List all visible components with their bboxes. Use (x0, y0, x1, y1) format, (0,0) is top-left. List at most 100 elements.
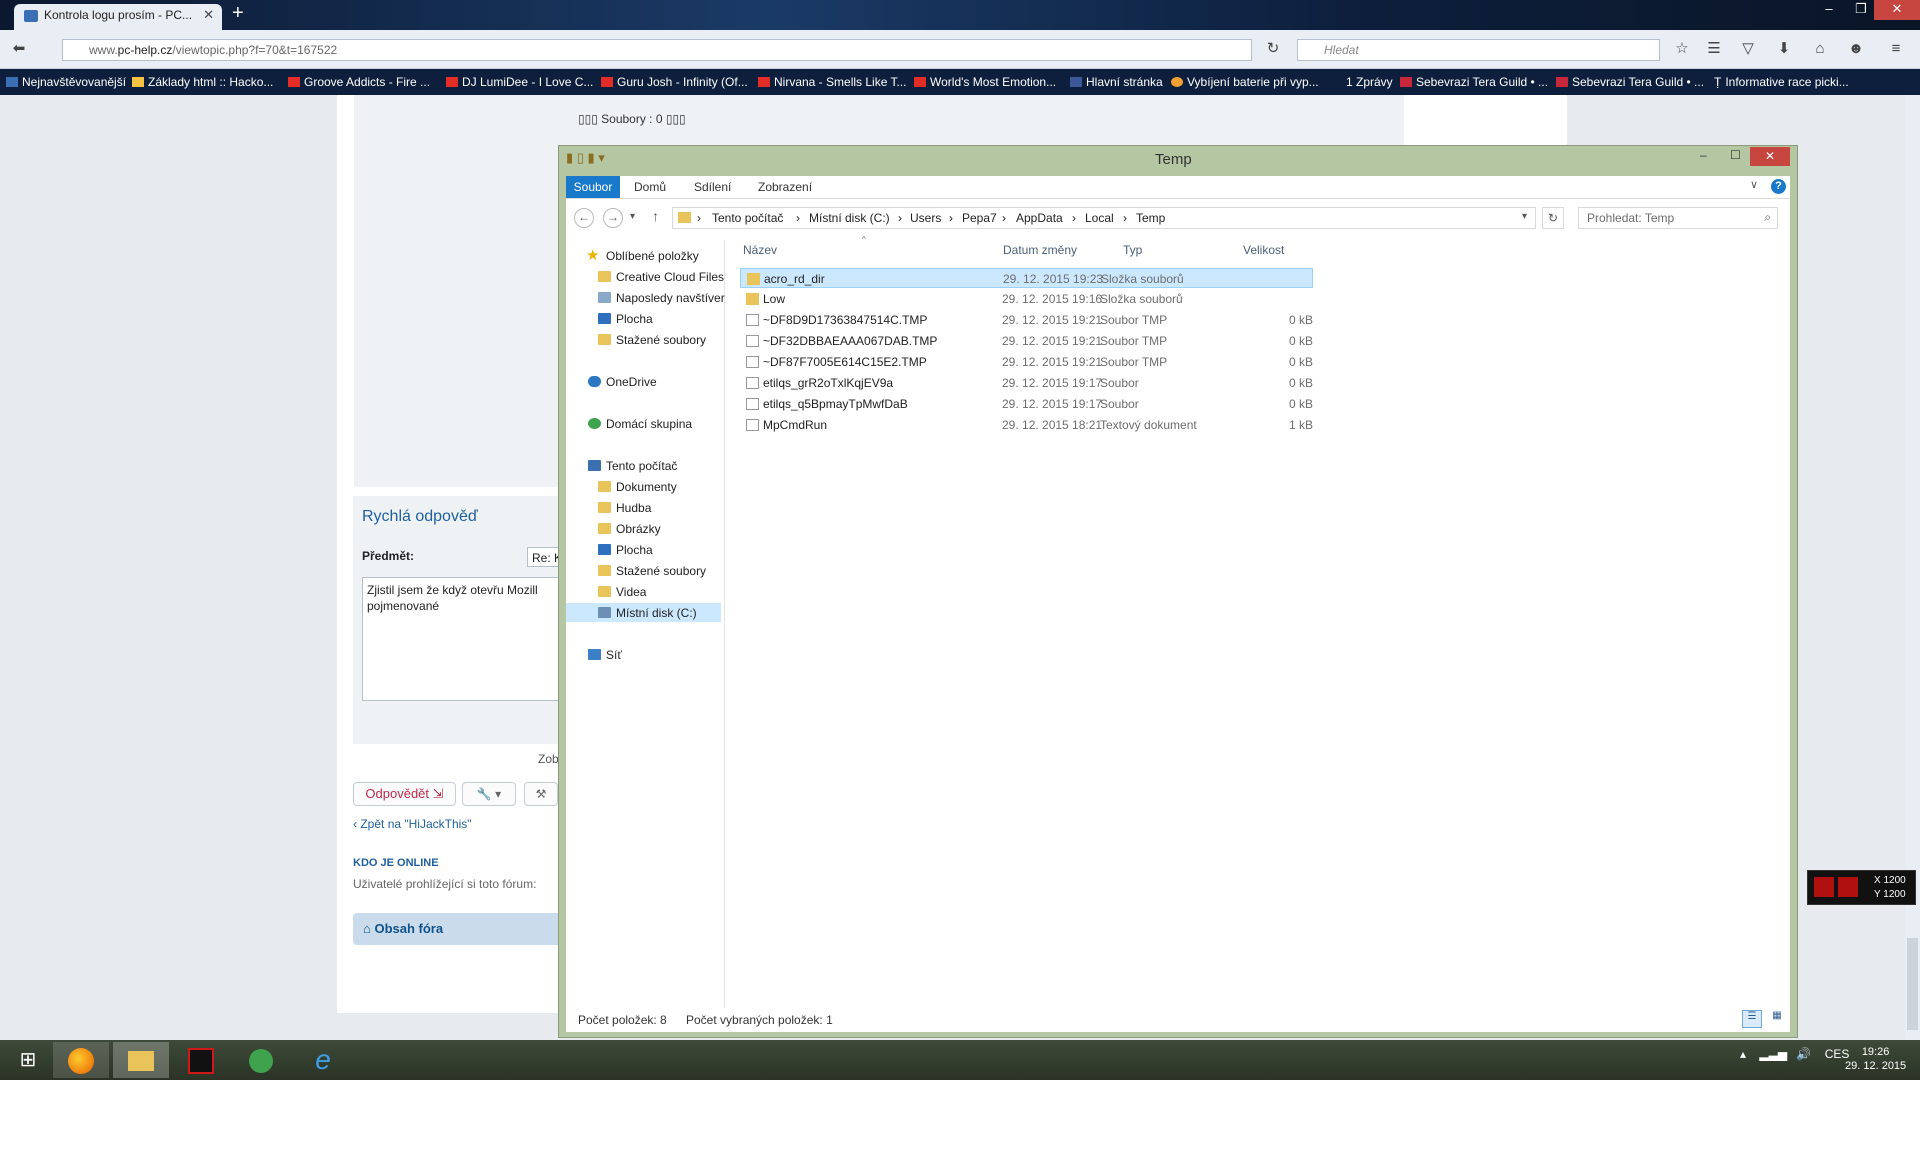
back-link[interactable]: ‹ Zpět na "HiJackThis" (353, 817, 472, 831)
file-row[interactable]: ~DF87F7005E614C15E2.TMP 29. 12. 2015 19:2… (740, 352, 1313, 372)
reload-icon[interactable]: ↻ (1262, 38, 1284, 60)
bookmark-item[interactable]: Groove Addicts - Fire ... (288, 75, 430, 89)
nav-network[interactable]: Síť (588, 648, 622, 662)
nav-item[interactable]: Dokumenty (598, 480, 677, 494)
scrollbar-thumb[interactable] (1907, 938, 1918, 1030)
reading-list-icon[interactable]: ☰ (1703, 38, 1725, 60)
bookmark-item[interactable]: Hlavní stránka (1070, 75, 1163, 89)
quick-access-toolbar-icon[interactable]: ▮ ▯ ▮ ▾ (566, 150, 605, 166)
bookmark-item[interactable]: Základy html :: Hacko... (132, 75, 273, 89)
game-app-icon[interactable] (173, 1042, 229, 1078)
nav-onedrive[interactable]: OneDrive (588, 375, 657, 389)
bookmark-item[interactable]: Sebevrazi Tera Guild • ... (1556, 75, 1704, 89)
recycle-app-icon[interactable] (233, 1042, 289, 1078)
column-name[interactable]: Název (743, 243, 777, 257)
explorer-search-input[interactable]: Prohledat: Temp ⌕ (1578, 207, 1778, 229)
file-row[interactable]: etilqs_grR2oTxlKqjEV9a 29. 12. 2015 19:17… (740, 373, 1313, 393)
breadcrumb-item[interactable]: Temp (1136, 211, 1165, 225)
breadcrumb-item[interactable]: Pepa7 (962, 211, 997, 225)
nav-this-pc[interactable]: Tento počítač (588, 459, 677, 473)
home-icon[interactable]: ⌂ (1809, 38, 1831, 60)
nav-item[interactable]: Videa (598, 585, 646, 599)
bookmark-item[interactable]: Vybíjení baterie při vyp... (1171, 75, 1319, 89)
nav-item-local-disk[interactable]: Místní disk (C:) (598, 606, 697, 620)
minimize-icon[interactable]: – (1813, 0, 1845, 20)
explorer-close-icon[interactable]: ✕ (1750, 147, 1790, 166)
up-icon[interactable]: ↑ (652, 208, 659, 224)
pocket-icon[interactable]: ▽ (1737, 38, 1759, 60)
bookmark-item[interactable]: Ṭ Informative race picki... (1714, 75, 1849, 89)
nav-item[interactable]: Plocha (598, 312, 653, 326)
reply-button[interactable]: Odpovědět ⇲ (353, 782, 456, 806)
download-icon[interactable]: ⬇ (1773, 38, 1795, 60)
bookmark-star-icon[interactable]: ☆ (1671, 38, 1693, 60)
address-dropdown-icon[interactable]: ▾ (1522, 211, 1527, 222)
column-size[interactable]: Velikost (1243, 243, 1284, 257)
breadcrumb-item[interactable]: Local (1085, 211, 1114, 225)
nav-favorites[interactable]: ★ Oblíbené položky (586, 247, 699, 264)
file-row[interactable]: ~DF8D9D17363847514C.TMP 29. 12. 2015 19:2… (740, 310, 1313, 330)
nav-item[interactable]: Plocha (598, 543, 653, 557)
bookmark-item[interactable]: Nirvana - Smells Like T... (758, 75, 907, 89)
nav-item[interactable]: Stažené soubory (598, 333, 706, 347)
nav-item[interactable]: Obrázky (598, 522, 661, 536)
ribbon-expand-icon[interactable]: ∨ (1750, 178, 1758, 191)
bookmark-item[interactable]: Sebevrazi Tera Guild • ... (1400, 75, 1548, 89)
restore-icon[interactable]: ❐ (1845, 0, 1877, 20)
bookmark-item[interactable]: World's Most Emotion... (914, 75, 1056, 89)
forum-index-button[interactable]: ⌂ Obsah fóra (353, 913, 563, 945)
bookmark-item[interactable]: 1 Zprávy (1346, 75, 1393, 89)
file-explorer-icon[interactable] (113, 1042, 169, 1078)
explorer-maximize-icon[interactable]: ☐ (1730, 148, 1741, 162)
new-tab-icon[interactable]: + (232, 2, 244, 25)
back-icon[interactable]: ⬅ (8, 38, 30, 60)
tab-zobrazeni[interactable]: Zobrazení (758, 180, 812, 194)
tab-close-icon[interactable]: ✕ (203, 7, 214, 23)
details-view-icon[interactable]: ☰ (1742, 1010, 1762, 1028)
file-row[interactable]: Low 29. 12. 2015 19:16 Složka souborů (740, 289, 1313, 309)
recent-locations-icon[interactable]: ▾ (630, 211, 635, 222)
volume-icon[interactable]: 🔊 (1796, 1047, 1811, 1061)
browser-tab[interactable]: Kontrola logu prosím - PC... ✕ (14, 4, 222, 30)
internet-explorer-icon[interactable]: e (295, 1042, 351, 1078)
tab-soubor[interactable]: Soubor (566, 176, 620, 198)
signal-icon[interactable]: ▂▃▅ (1759, 1047, 1787, 1061)
chat-icon[interactable]: ☻ (1845, 38, 1867, 60)
tab-sdileni[interactable]: Sdílení (694, 180, 731, 194)
explorer-forward-icon[interactable]: → (603, 208, 623, 228)
nav-item[interactable]: Stažené soubory (598, 564, 706, 578)
explorer-minimize-icon[interactable]: – (1700, 148, 1707, 162)
breadcrumb-item[interactable]: AppData (1016, 211, 1063, 225)
file-row[interactable]: acro_rd_dir 29. 12. 2015 19:23 Složka soub… (740, 268, 1313, 288)
nav-item[interactable]: Hudba (598, 501, 651, 515)
breadcrumb-item[interactable]: Users (910, 211, 941, 225)
bookmark-item[interactable]: Guru Josh - Infinity (Of... (601, 75, 748, 89)
refresh-icon[interactable]: ↻ (1542, 207, 1564, 229)
explorer-back-icon[interactable]: ← (574, 208, 594, 228)
nav-item[interactable]: Creative Cloud Files (598, 270, 724, 284)
bookmark-item[interactable]: DJ LumiDee - I Love C... (446, 75, 593, 89)
browser-close-icon[interactable]: ✕ (1874, 0, 1920, 20)
column-type[interactable]: Typ (1123, 243, 1142, 257)
clock[interactable]: 19:26 29. 12. 2015 (1845, 1045, 1906, 1073)
start-icon[interactable]: ⊞ (0, 1042, 56, 1078)
url-bar[interactable]: www.pc-help.cz/viewtopic.php?f=70&t=1675… (62, 39, 1252, 61)
tab-domu[interactable]: Domů (634, 180, 666, 194)
column-date[interactable]: Datum změny (1003, 243, 1077, 257)
menu-icon[interactable]: ≡ (1885, 38, 1907, 60)
file-row[interactable]: MpCmdRun 29. 12. 2015 18:21 Textový dokume… (740, 415, 1313, 435)
file-row[interactable]: etilqs_q5BpmayTpMwfDaB 29. 12. 2015 19:17… (740, 394, 1313, 414)
large-icons-view-icon[interactable]: ▦ (1767, 1010, 1787, 1028)
bookmark-item[interactable]: Nejnavštěvovanější (6, 75, 126, 89)
breadcrumb-item[interactable]: Tento počítač (712, 211, 783, 225)
browser-search-input[interactable]: Hledat (1297, 39, 1660, 61)
moderation-button[interactable]: ⚒ (524, 782, 558, 806)
preview-text[interactable]: Zob (538, 752, 559, 766)
firefox-icon[interactable] (53, 1042, 109, 1078)
nav-item[interactable]: Naposledy navštíver (598, 291, 725, 305)
breadcrumb-item[interactable]: Místní disk (C:) (809, 211, 890, 225)
nav-homegroup[interactable]: Domácí skupina (588, 417, 692, 431)
help-icon[interactable]: ? (1771, 179, 1786, 194)
tools-dropdown-button[interactable]: 🔧 ▾ (462, 782, 516, 806)
file-row[interactable]: ~DF32DBBAEAAA067DAB.TMP 29. 12. 2015 19:2… (740, 331, 1313, 351)
